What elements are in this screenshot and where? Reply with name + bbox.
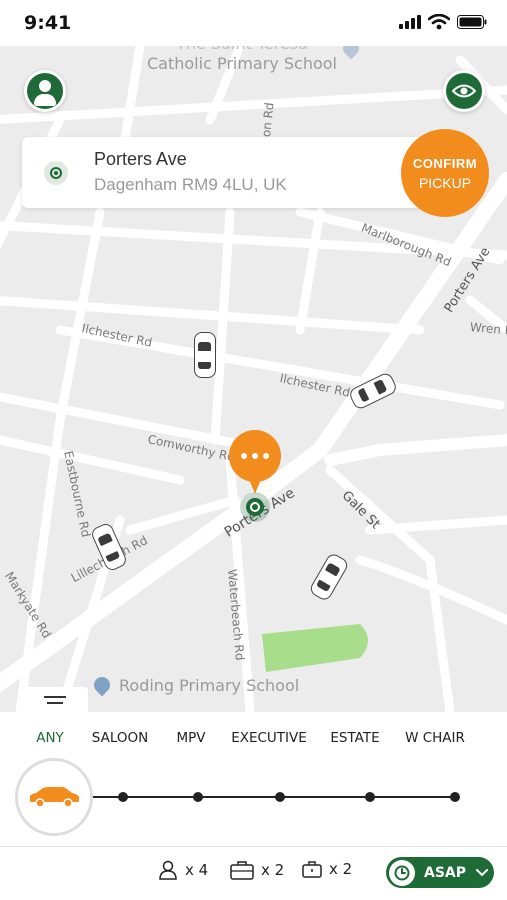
- booking-panel: ANY SALOON MPV EXECUTIVE ESTATE W CHAIR …: [0, 712, 507, 900]
- schedule-button[interactable]: ASAP: [386, 857, 494, 888]
- wifi-icon: [428, 14, 450, 30]
- poi-school-top-line1: The Saint Teresa: [147, 46, 337, 54]
- confirm-pickup-button[interactable]: CONFIRM PICKUP: [401, 129, 489, 217]
- briefcase-icon: [302, 861, 322, 878]
- pin-stem: [247, 474, 263, 494]
- luggage-capacity: x 2: [230, 860, 284, 880]
- status-bar: 9:41: [0, 0, 507, 46]
- profile-button[interactable]: [24, 70, 66, 112]
- menu-lines-icon: [44, 696, 66, 704]
- passenger-count: x 4: [185, 861, 209, 879]
- slider-stop[interactable]: [450, 792, 460, 802]
- luggage-count: x 2: [261, 861, 285, 879]
- suitcase-icon: [230, 861, 254, 880]
- vehicle-tabs: ANY SALOON MPV EXECUTIVE ESTATE W CHAIR: [0, 730, 507, 750]
- visibility-button[interactable]: [443, 70, 485, 112]
- tab-w-chair[interactable]: W CHAIR: [405, 730, 465, 746]
- tab-saloon[interactable]: SALOON: [92, 730, 148, 746]
- park-area: [262, 624, 368, 672]
- user-icon: [27, 73, 63, 109]
- panel-divider: [0, 846, 507, 847]
- tab-estate[interactable]: ESTATE: [330, 730, 379, 746]
- slider-stop[interactable]: [193, 792, 203, 802]
- pickup-address-card[interactable]: Porters Ave Dagenham RM9 4LU, UK: [22, 137, 442, 208]
- more-dots-icon: [241, 453, 269, 459]
- poi-roding-school: Roding Primary School: [119, 676, 300, 695]
- slider-stop[interactable]: [365, 792, 375, 802]
- passenger-capacity: x 4: [158, 860, 208, 880]
- car-icon: [30, 787, 79, 808]
- slider-track: [90, 796, 456, 798]
- status-icons: [399, 14, 487, 30]
- slider-knob[interactable]: [15, 758, 93, 836]
- hand-luggage-capacity: x 2: [302, 860, 352, 878]
- car-marker: [194, 332, 216, 378]
- status-time: 9:41: [24, 12, 72, 34]
- pickup-address-title: Porters Ave: [94, 149, 187, 169]
- confirm-pickup-line2: PICKUP: [418, 174, 472, 191]
- pickup-location-marker[interactable]: [240, 492, 270, 522]
- tab-mpv[interactable]: MPV: [176, 730, 205, 746]
- chevron-down-icon: [476, 868, 489, 876]
- poi-school-top-line2: Catholic Primary School: [147, 54, 337, 73]
- schedule-label: ASAP: [424, 864, 467, 881]
- poi-school-top: The Saint Teresa Catholic Primary School: [147, 46, 337, 74]
- clock-icon: [389, 859, 415, 886]
- battery-icon: [457, 15, 487, 29]
- tab-executive[interactable]: EXECUTIVE: [231, 730, 307, 746]
- confirm-pickup-line1: CONFIRM: [412, 155, 478, 171]
- signal-icon: [399, 15, 421, 29]
- tab-any[interactable]: ANY: [36, 730, 64, 746]
- eye-icon: [446, 73, 482, 109]
- pickup-address-subtitle: Dagenham RM9 4LU, UK: [94, 175, 287, 194]
- hand-luggage-count: x 2: [329, 860, 353, 878]
- location-dot-icon: [44, 161, 68, 185]
- slider-stop[interactable]: [275, 792, 285, 802]
- drawer-handle[interactable]: [22, 687, 88, 713]
- slider-stop[interactable]: [118, 792, 128, 802]
- person-icon: [159, 860, 177, 880]
